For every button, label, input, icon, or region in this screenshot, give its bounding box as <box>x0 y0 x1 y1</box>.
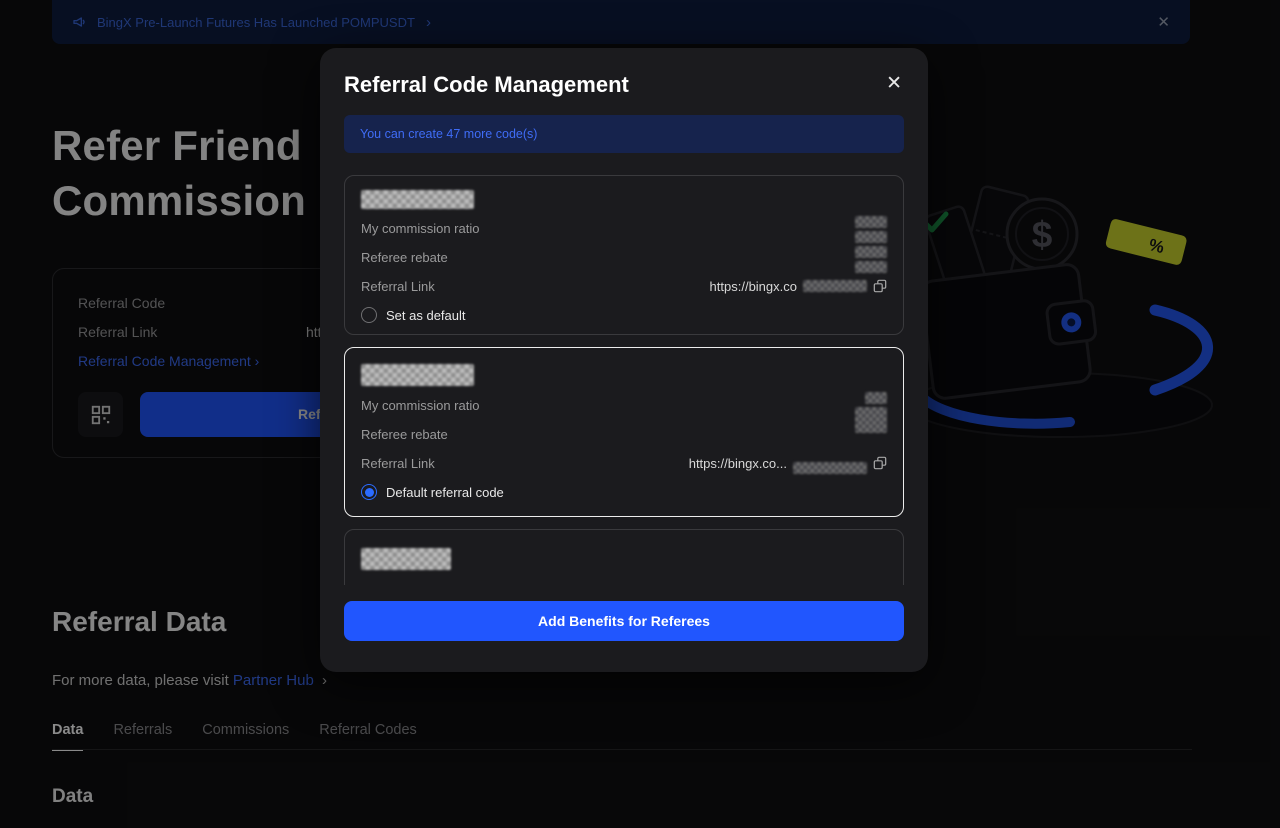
referral-link-value: https://bingx.co... <box>689 456 787 471</box>
referral-code-item-selected: My commission ratio Referee rebate Refer… <box>344 347 904 517</box>
copy-icon[interactable] <box>873 456 887 470</box>
referral-link-value: https://bingx.co <box>710 279 797 294</box>
blurred-referral-code <box>361 548 451 570</box>
referral-code-item: My commission ratio Referee rebate Refer… <box>344 175 904 335</box>
set-default-label: Set as default <box>386 308 466 323</box>
modal-header: Referral Code Management ✕ <box>344 72 904 98</box>
modal-close-icon[interactable]: ✕ <box>884 72 904 95</box>
referral-codes-list[interactable]: My commission ratio Referee rebate Refer… <box>344 175 904 585</box>
referral-code-management-modal: Referral Code Management ✕ You can creat… <box>320 48 928 672</box>
default-code-radio[interactable] <box>361 484 377 500</box>
add-benefits-button[interactable]: Add Benefits for Referees <box>344 601 904 641</box>
referral-code-item <box>344 529 904 585</box>
default-code-row: Default referral code <box>361 484 887 500</box>
blurred-referral-code <box>361 364 474 386</box>
commission-ratio-label: My commission ratio <box>361 221 479 236</box>
default-code-label: Default referral code <box>386 485 504 500</box>
set-default-radio[interactable] <box>361 307 377 323</box>
blurred-link-part <box>793 462 867 474</box>
set-default-row: Set as default <box>361 307 887 323</box>
modal-title: Referral Code Management <box>344 72 629 98</box>
blurred-values <box>855 216 887 273</box>
referral-link-label: Referral Link <box>361 456 435 471</box>
commission-ratio-label: My commission ratio <box>361 398 479 413</box>
blurred-referral-code <box>361 190 474 209</box>
referee-rebate-label: Referee rebate <box>361 250 448 265</box>
copy-icon[interactable] <box>873 279 887 293</box>
blurred-link-part <box>803 280 867 292</box>
referee-rebate-label: Referee rebate <box>361 427 448 442</box>
quota-banner: You can create 47 more code(s) <box>344 115 904 153</box>
referral-link-label: Referral Link <box>361 279 435 294</box>
blurred-values <box>855 392 887 433</box>
